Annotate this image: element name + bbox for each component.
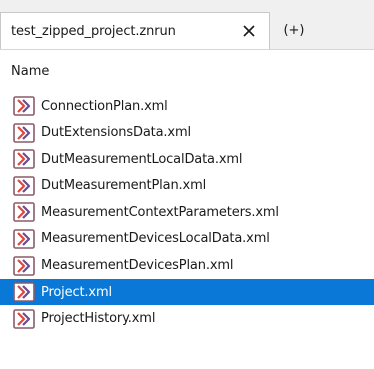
- tab-label: test_zipped_project.znrun: [11, 23, 176, 39]
- list-item[interactable]: ConnectionPlan.xml: [0, 93, 374, 119]
- list-item-label: ProjectHistory.xml: [41, 311, 156, 327]
- list-item[interactable]: Project.xml: [0, 279, 374, 306]
- file-list: ConnectionPlan.xml DutExtensionsData.xml…: [0, 93, 374, 332]
- list-item-label: ConnectionPlan.xml: [41, 98, 168, 114]
- list-item[interactable]: MeasurementDevicesPlan.xml: [0, 253, 374, 279]
- column-header-name[interactable]: Name: [0, 49, 374, 93]
- list-item-label: DutMeasurementPlan.xml: [41, 178, 207, 194]
- add-tab-button[interactable]: (+): [270, 12, 318, 49]
- list-item[interactable]: MeasurementContextParameters.xml: [0, 199, 374, 225]
- tab-test-zipped-project[interactable]: test_zipped_project.znrun: [0, 12, 270, 49]
- list-item[interactable]: DutExtensionsData.xml: [0, 120, 374, 146]
- list-item-label: MeasurementDevicesPlan.xml: [41, 258, 234, 274]
- list-item-label: MeasurementDevicesLocalData.xml: [41, 231, 270, 247]
- xml-file-icon: [13, 202, 35, 223]
- xml-file-icon: [13, 122, 35, 143]
- list-item[interactable]: ProjectHistory.xml: [0, 306, 374, 332]
- archive-viewer-window: test_zipped_project.znrun (+) Name Conne…: [0, 0, 374, 369]
- list-item-label: MeasurementContextParameters.xml: [41, 204, 279, 220]
- xml-file-icon: [13, 96, 35, 116]
- xml-file-icon: [13, 308, 35, 329]
- list-item[interactable]: MeasurementDevicesLocalData.xml: [0, 226, 374, 252]
- list-item-label: DutExtensionsData.xml: [41, 125, 191, 141]
- xml-file-icon: [13, 255, 35, 276]
- xml-file-icon: [13, 149, 35, 169]
- xml-file-icon: [13, 175, 35, 196]
- list-item-label: Project.xml: [41, 284, 112, 300]
- list-item-label: DutMeasurementLocalData.xml: [41, 151, 243, 167]
- xml-file-icon: [13, 229, 35, 249]
- list-item[interactable]: DutMeasurementPlan.xml: [0, 173, 374, 199]
- tab-strip: test_zipped_project.znrun (+): [0, 0, 374, 50]
- column-header-label: Name: [11, 63, 50, 79]
- xml-file-icon: [13, 282, 35, 302]
- close-icon[interactable]: [237, 19, 261, 43]
- list-item[interactable]: DutMeasurementLocalData.xml: [0, 146, 374, 172]
